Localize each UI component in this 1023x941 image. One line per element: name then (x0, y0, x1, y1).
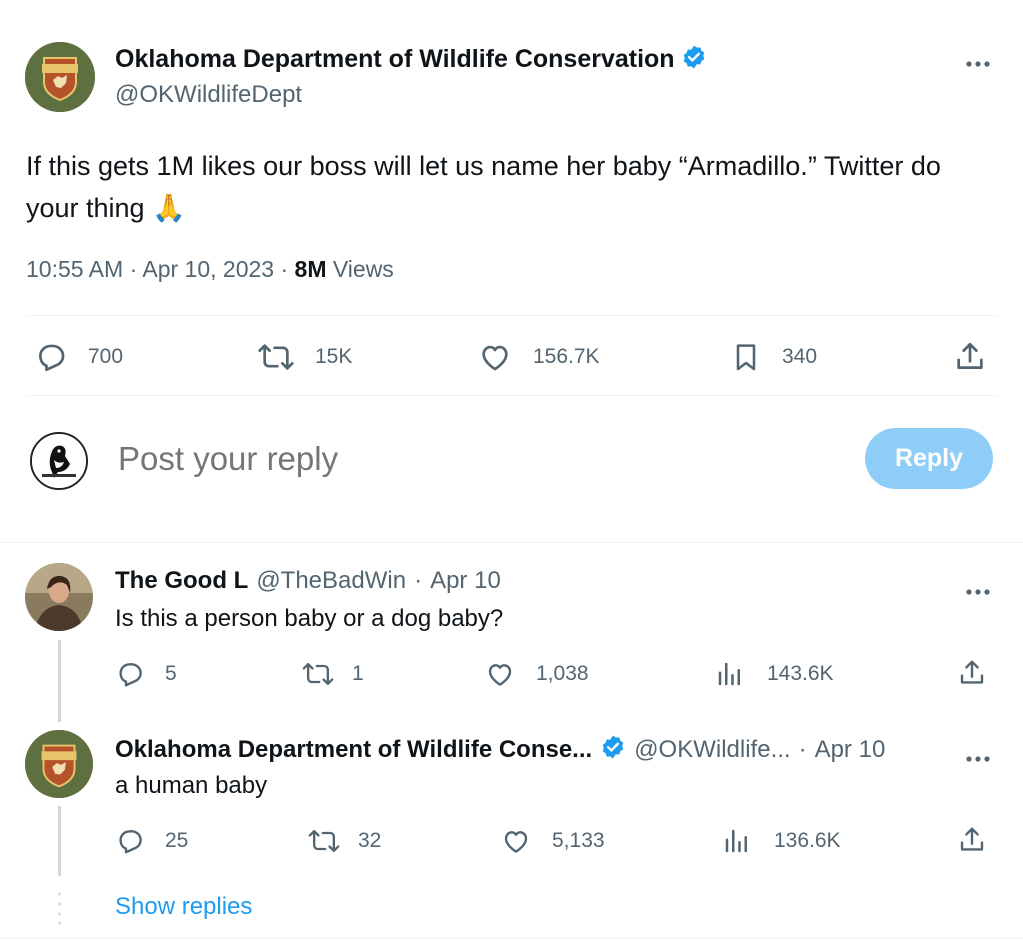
reply-author-handle[interactable]: @OKWildlife... (634, 736, 790, 764)
tweet-date[interactable]: Apr 10, 2023 (142, 256, 274, 282)
reply-text: Is this a person baby or a dog baby? (115, 605, 504, 632)
retweet-action[interactable]: 1 (302, 659, 364, 689)
reply-date[interactable]: Apr 10 (815, 736, 886, 764)
reply-count: 25 (165, 829, 189, 852)
bookmark-icon (736, 344, 756, 371)
show-replies-link[interactable]: Show replies (115, 893, 252, 921)
like-count: 156.7K (533, 345, 600, 368)
views-icon (718, 662, 740, 686)
reply-button[interactable]: Reply (865, 428, 993, 489)
author-name-row[interactable]: Oklahoma Department of Wildlife Conserva… (115, 44, 707, 77)
my-avatar[interactable] (30, 432, 88, 490)
retweet-icon (308, 829, 340, 853)
reply-author-name[interactable]: The Good L (115, 567, 248, 595)
views-label: Views (332, 256, 394, 282)
reply-icon (39, 344, 65, 372)
reply-avatar[interactable] (25, 730, 93, 798)
thread-dots (58, 890, 61, 926)
reply-count: 5 (165, 662, 177, 685)
like-icon (482, 345, 508, 371)
tweet-text: If this gets 1M likes our boss will let … (26, 151, 941, 223)
share-action[interactable] (953, 340, 1007, 374)
share-icon (957, 342, 983, 369)
views-action[interactable]: 143.6K (715, 659, 834, 689)
verified-badge-icon (681, 44, 707, 77)
bookmark-action[interactable]: 340 (730, 340, 817, 374)
reply-icon (119, 663, 142, 687)
like-action[interactable]: 156.7K (477, 340, 600, 374)
reply-author-handle[interactable]: @TheBadWin (256, 567, 406, 595)
like-count: 1,038 (536, 662, 589, 685)
retweet-count: 15K (315, 345, 353, 368)
reply-author-name[interactable]: Oklahoma Department of Wildlife Conse... (115, 736, 592, 764)
retweet-count: 32 (358, 829, 382, 852)
more-icon[interactable] (965, 576, 991, 602)
share-icon (960, 660, 984, 684)
views-count: 136.6K (774, 829, 841, 852)
like-count: 5,133 (552, 829, 605, 852)
reply-header: Oklahoma Department of Wildlife Conse...… (115, 734, 885, 765)
reply-action[interactable]: 5 (115, 659, 177, 689)
reply-avatar[interactable] (25, 563, 93, 631)
share-action[interactable] (957, 658, 1007, 688)
divider (26, 315, 996, 316)
views-count: 143.6K (767, 662, 834, 685)
verified-badge-icon (600, 734, 626, 765)
reply-text: a human baby (115, 772, 268, 799)
section-divider (0, 542, 1023, 543)
reply-count: 700 (88, 345, 124, 368)
share-action[interactable] (957, 825, 1007, 855)
thread-line (58, 640, 61, 722)
tweet-meta: 10:55 AM · Apr 10, 2023 · 8M Views (26, 256, 394, 283)
retweet-icon (258, 344, 294, 370)
bookmark-count: 340 (782, 345, 818, 368)
like-action[interactable]: 5,133 (500, 826, 605, 856)
views-count[interactable]: 8M (295, 256, 327, 282)
tweet-time[interactable]: 10:55 AM (26, 256, 123, 282)
retweet-action[interactable]: 32 (308, 826, 381, 856)
more-icon[interactable] (965, 743, 991, 769)
reply-icon (119, 830, 142, 854)
views-icon (725, 829, 747, 853)
like-action[interactable]: 1,038 (484, 659, 589, 689)
retweet-icon (302, 662, 334, 686)
separator-dot: · (798, 735, 807, 763)
author-handle[interactable]: @OKWildlifeDept (115, 81, 302, 109)
reply-input[interactable] (118, 440, 818, 478)
like-icon (504, 831, 528, 853)
author-avatar[interactable] (25, 42, 95, 112)
meta-separator: · (280, 256, 295, 282)
separator-dot: · (414, 567, 423, 594)
retweet-count: 1 (352, 662, 364, 685)
views-action[interactable]: 136.6K (722, 826, 841, 856)
retweet-action[interactable]: 15K (257, 340, 352, 374)
like-icon (488, 664, 512, 686)
reply-action[interactable]: 700 (34, 340, 123, 374)
divider (26, 395, 996, 396)
bottom-divider (0, 938, 1023, 939)
reply-action[interactable]: 25 (115, 826, 188, 856)
reply-date[interactable]: Apr 10 (430, 567, 501, 595)
reply-header: The Good L @TheBadWin · Apr 10 (115, 567, 501, 595)
thread-line (58, 806, 61, 876)
author-name[interactable]: Oklahoma Department of Wildlife Conserva… (115, 45, 675, 73)
more-icon[interactable] (965, 48, 991, 74)
share-icon (960, 827, 984, 851)
meta-separator: · (129, 256, 143, 282)
